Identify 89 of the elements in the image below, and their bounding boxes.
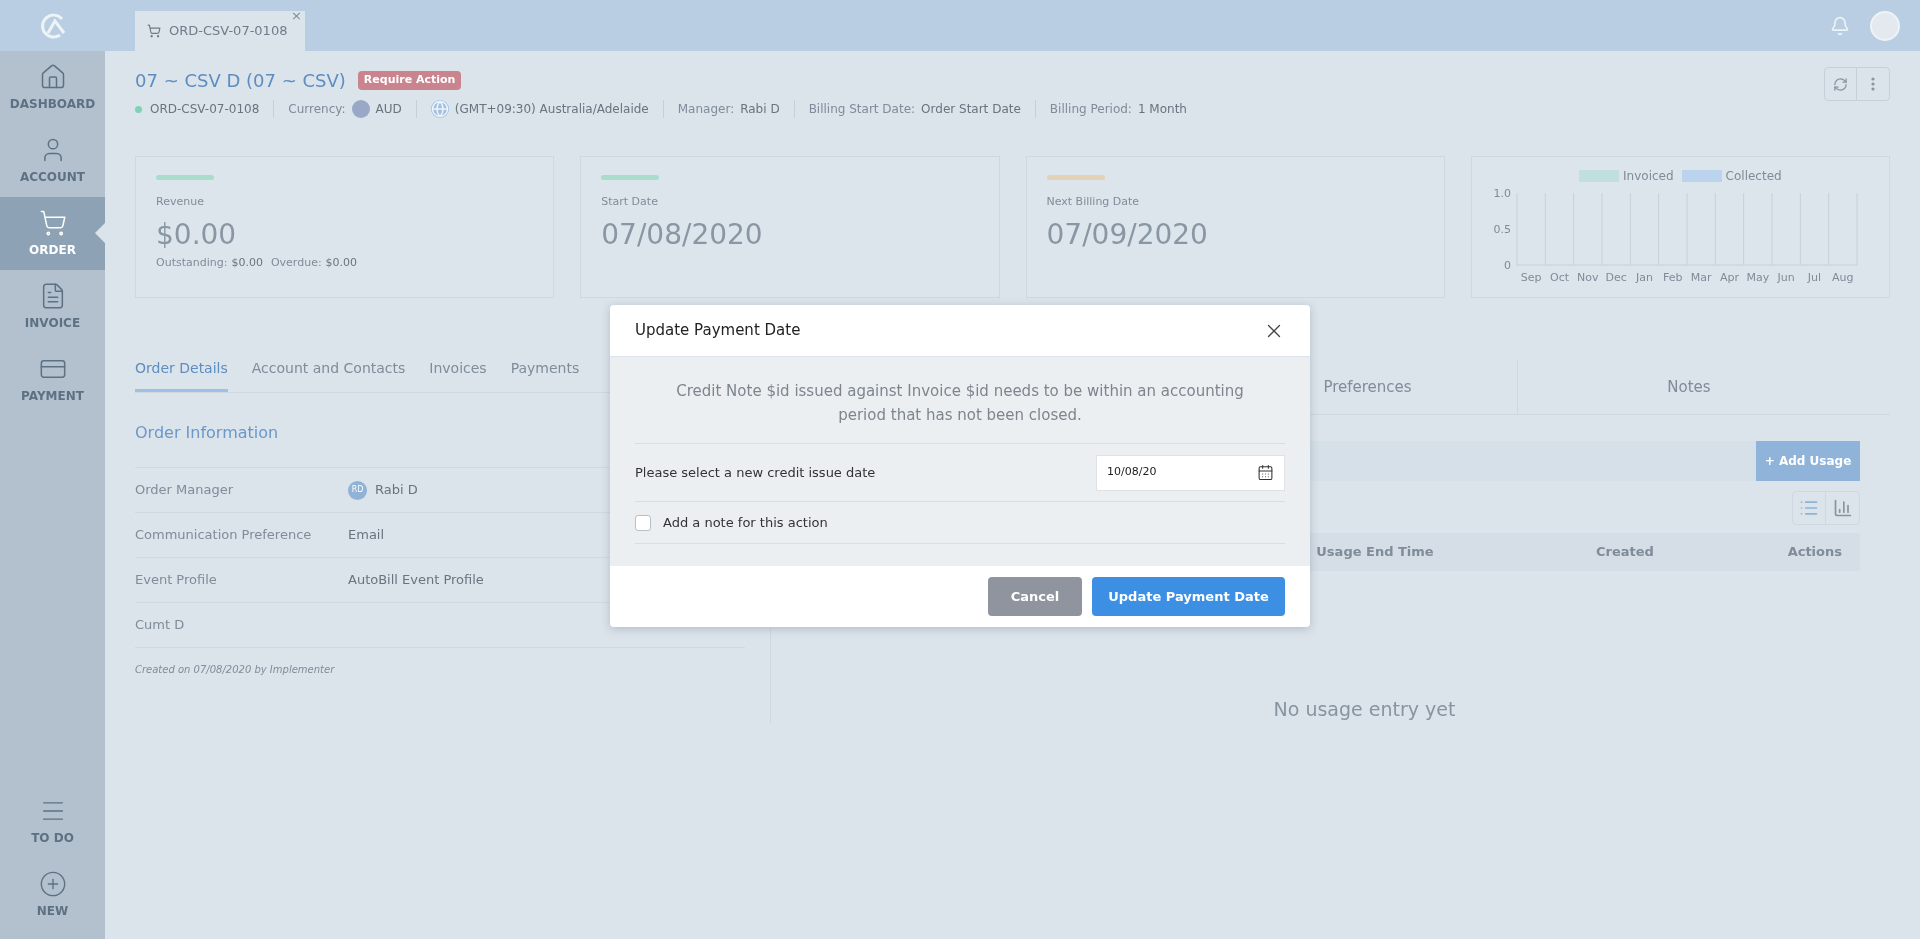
order-id: ORD-CSV-07-0108	[150, 101, 260, 118]
info-label: Event Profile	[135, 571, 218, 590]
sidebar-item[interactable]: ACCOUNT	[0, 124, 105, 197]
field-label: Currency:	[288, 101, 346, 118]
cart-icon	[38, 208, 67, 237]
field-label: Billing Period:	[1049, 101, 1132, 118]
date-field[interactable]: 10/08/20	[1096, 454, 1285, 491]
field-value: Rabi D	[740, 101, 780, 118]
x-tick-label: Apr	[1720, 271, 1740, 284]
order-tab[interactable]: ORD-CSV-07-0108 ×	[135, 11, 305, 51]
card-sub-value: $0.00	[325, 254, 358, 271]
info-label: Communication Preference	[135, 526, 313, 545]
plus-circle-icon	[38, 869, 67, 898]
panel-tab[interactable]: Notes	[1667, 375, 1711, 399]
card-sub-label: Overdue:	[270, 254, 322, 271]
x-tick-label: Nov	[1577, 271, 1599, 284]
card-value: $0.00	[156, 220, 238, 249]
avatar[interactable]	[1870, 10, 1900, 41]
sidebar-item[interactable]: DASHBOARD	[0, 51, 105, 124]
field-value: 1 Month	[1137, 101, 1187, 118]
globe-icon	[430, 100, 449, 118]
info-label: Order Manager	[135, 481, 235, 500]
card-value: 07/08/2020	[601, 220, 764, 249]
info-value: Email	[348, 526, 385, 545]
info-label: Cumt D	[135, 616, 186, 635]
y-tick-label: 0.5	[1493, 223, 1512, 236]
column-header: Usage End Time	[1315, 543, 1435, 562]
x-tick-label: Feb	[1663, 271, 1683, 284]
refresh-icon	[1833, 76, 1848, 92]
date-label: Please select a new credit issue date	[635, 463, 876, 482]
x-tick-label: May	[1746, 271, 1770, 284]
cart-icon	[147, 24, 161, 38]
checkbox[interactable]	[635, 514, 651, 531]
tab[interactable]: Account and Contacts	[251, 358, 406, 392]
card-sub-label: Outstanding:	[156, 254, 228, 271]
sidebar-item[interactable]: NEW	[0, 858, 105, 931]
field-value: AUD	[375, 101, 402, 118]
bar-chart-icon	[1832, 498, 1853, 518]
info-value: Rabi D	[375, 481, 418, 500]
sidebar-item[interactable]: INVOICE	[0, 270, 105, 343]
x-tick-label: Oct	[1550, 271, 1570, 284]
legend-label: Collected	[1725, 168, 1782, 185]
order-title: 07 ~ CSV D (07 ~ CSV)	[135, 69, 346, 93]
cancel-button[interactable]: Cancel	[988, 577, 1082, 616]
tab[interactable]: Payments	[510, 358, 580, 392]
bell-icon[interactable]	[1830, 15, 1850, 36]
selection-pointer	[95, 223, 105, 243]
card-sub-value: $0.00	[231, 254, 263, 271]
card-value: 07/09/2020	[1046, 220, 1209, 249]
field-value: Order Start Date	[921, 101, 1021, 118]
x-tick-label: Jun	[1777, 271, 1796, 284]
info-value: AutoBill Event Profile	[348, 571, 484, 590]
dialog-title: Update Payment Date	[635, 320, 801, 342]
dialog-message: Credit Note $id issued against Invoice $id needs to be within an accounting period that has not been closed.	[635, 379, 1285, 444]
tab[interactable]: Order Details	[135, 358, 228, 392]
close-button[interactable]: ×	[291, 9, 302, 22]
status-badge: Require Action	[357, 71, 462, 90]
field-label: Billing Start Date:	[808, 101, 916, 118]
sidebar-item[interactable]: PAYMENT	[0, 343, 105, 416]
card-label: Start Date	[601, 194, 659, 210]
avatar: RD	[348, 480, 367, 500]
sidebar-item[interactable]: TO DO	[0, 785, 105, 858]
empty-message: No usage entry yet	[1273, 697, 1456, 722]
tab[interactable]: Invoices	[429, 358, 487, 392]
panel-tab[interactable]: Preferences	[1323, 375, 1412, 399]
x-tick-label: Jan	[1636, 271, 1654, 284]
x-tick-label: Aug	[1832, 271, 1854, 284]
y-tick-label: 0	[1504, 259, 1512, 272]
x-tick-label: Sep	[1521, 271, 1542, 284]
legend-label: Invoiced	[1623, 168, 1674, 185]
card-label: Revenue	[156, 194, 205, 210]
update-button[interactable]: Update Payment Date	[1092, 577, 1285, 616]
field-value: (GMT+09:30) Australia/Adelaide	[454, 101, 649, 118]
sidebar-item[interactable]: ORDER	[0, 197, 105, 270]
created-note: Created on 07/08/2020 by Implementer	[135, 664, 335, 675]
column-header: Actions	[1786, 543, 1843, 562]
more-icon	[1871, 77, 1875, 91]
section-title: Order Information	[135, 422, 280, 444]
x-tick-label: Jul	[1808, 271, 1822, 284]
calendar-icon[interactable]	[1257, 464, 1274, 481]
card-label: Next Billing Date	[1046, 194, 1141, 210]
add-usage-button[interactable]: + Add Usage	[1756, 441, 1860, 481]
list-icon	[1799, 498, 1819, 518]
checkbox-label: Add a note for this action	[663, 513, 828, 532]
field-label: Manager:	[677, 101, 735, 118]
x-tick-label: Mar	[1691, 271, 1712, 284]
column-header: Created	[1595, 543, 1655, 562]
x-tick-label: Dec	[1605, 271, 1628, 284]
y-tick-label: 1.0	[1493, 187, 1512, 200]
